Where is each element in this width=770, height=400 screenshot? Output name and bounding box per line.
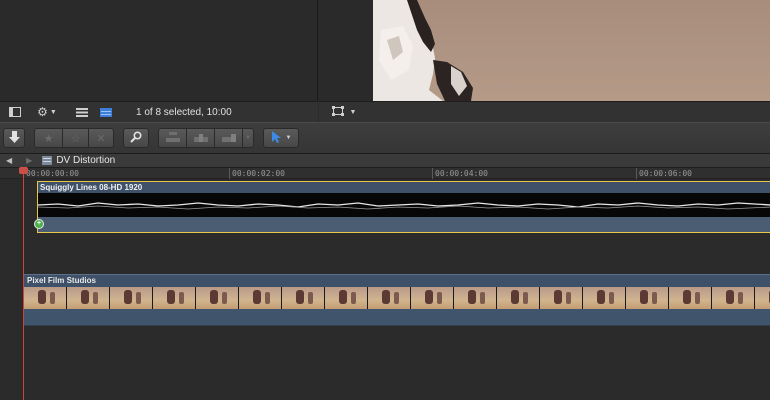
filmstrip-frame	[153, 287, 195, 309]
viewer: ▼	[319, 0, 770, 122]
reject-icon: ✕	[96, 132, 106, 145]
timeline-clip[interactable]: Pixel Film Studios	[24, 274, 770, 326]
insert-clip-icon	[193, 132, 208, 145]
select-tool-button[interactable]: ▼	[263, 128, 299, 148]
filmstrip-frame	[196, 287, 238, 309]
gear-icon: ⚙	[37, 105, 48, 119]
filmstrip-frame	[282, 287, 324, 309]
clip-filmstrip	[24, 287, 770, 309]
filmstrip-frame	[411, 287, 453, 309]
forward-arrow-icon[interactable]: ▶	[26, 156, 32, 165]
ruler-tick	[229, 168, 230, 179]
chevron-down-icon: ▼	[49, 108, 57, 116]
insert-clip-button[interactable]	[186, 128, 214, 148]
import-button[interactable]	[3, 128, 25, 148]
rating-buttons: ★ ☆ ✕	[34, 128, 114, 148]
clip-audio-area	[38, 217, 770, 232]
favorite-star-icon: ★	[43, 132, 54, 145]
filmstrip-view-icon[interactable]	[72, 105, 92, 120]
clip-title: Pixel Film Studios	[27, 276, 96, 285]
keyword-icon	[130, 130, 142, 146]
browser-toolbar: ⚙ ▼ 1 of 8 selected, 10:00	[0, 101, 318, 122]
playhead-handle[interactable]	[19, 167, 28, 174]
transform-icon	[331, 105, 344, 119]
timeline-header: ◀ ▶ DV Distortion	[0, 154, 770, 168]
timeline-ruler[interactable]: 00:00:00:00 00:00:02:00 00:00:04:00 00:0…	[0, 168, 770, 179]
favorite-button[interactable]: ★	[34, 128, 62, 148]
viewer-video-frame	[373, 0, 770, 101]
ruler-tick	[432, 168, 433, 179]
clip-video-thumbnail	[38, 193, 770, 217]
ruler-label: 00:00:06:00	[639, 169, 692, 178]
filmstrip-frame	[712, 287, 754, 309]
back-arrow-icon[interactable]: ◀	[6, 156, 12, 165]
filmstrip-frame	[497, 287, 539, 309]
filmstrip-frame	[325, 287, 367, 309]
reject-button[interactable]: ✕	[88, 128, 114, 148]
connect-clip-icon	[165, 131, 180, 145]
filmstrip-frame	[583, 287, 625, 309]
timeline-clip-selected[interactable]: Squiggly Lines 08-HD 1920	[37, 181, 770, 233]
keyword-button[interactable]	[123, 128, 149, 148]
append-clip-button[interactable]	[214, 128, 242, 148]
gear-menu-button[interactable]: ⚙ ▼	[32, 105, 62, 120]
filmstrip-frame	[110, 287, 152, 309]
star-outline-icon: ☆	[70, 132, 81, 145]
main-toolbar: ★ ☆ ✕ ▼ ▼	[0, 122, 770, 154]
filmstrip-frame	[67, 287, 109, 309]
clip-audio-area	[24, 309, 770, 326]
selection-status: 1 of 8 selected, 10:00	[136, 106, 232, 118]
clip-title: Squiggly Lines 08-HD 1920	[40, 183, 143, 192]
select-tool-icon	[271, 130, 281, 146]
ruler-tick	[636, 168, 637, 179]
filmstrip-frame	[454, 287, 496, 309]
playhead[interactable]	[23, 168, 24, 400]
filmstrip-frame	[755, 287, 770, 309]
filmstrip-frame	[626, 287, 668, 309]
viewer-toolbar: ▼	[319, 101, 770, 122]
transform-button[interactable]: ▼	[329, 105, 359, 120]
chevron-down-icon: ▼	[349, 108, 357, 116]
filmstrip-frame	[669, 287, 711, 309]
event-browser: ⚙ ▼ 1 of 8 selected, 10:00	[0, 0, 318, 122]
filmstrip-frame	[239, 287, 281, 309]
chevron-down-icon: ▼	[285, 135, 292, 141]
edit-menu-button[interactable]: ▼	[242, 128, 254, 148]
project-name: DV Distortion	[56, 155, 116, 166]
filmstrip-frame	[368, 287, 410, 309]
append-clip-icon	[221, 132, 236, 145]
connect-clip-button[interactable]	[158, 128, 186, 148]
list-view-icon[interactable]	[96, 105, 116, 120]
filmstrip-frame	[24, 287, 66, 309]
ruler-label: 00:00:00:00	[26, 169, 79, 178]
project-icon	[42, 156, 53, 165]
unrate-button[interactable]: ☆	[62, 128, 88, 148]
add-marker-icon[interactable]: +	[34, 219, 44, 229]
ruler-label: 00:00:02:00	[232, 169, 285, 178]
import-icon	[8, 130, 20, 146]
filmstrip-frame	[540, 287, 582, 309]
sidebar-toggle-icon[interactable]	[4, 105, 26, 120]
ruler-label: 00:00:04:00	[435, 169, 488, 178]
edit-buttons: ▼	[158, 128, 254, 148]
chevron-down-icon: ▼	[245, 135, 251, 141]
